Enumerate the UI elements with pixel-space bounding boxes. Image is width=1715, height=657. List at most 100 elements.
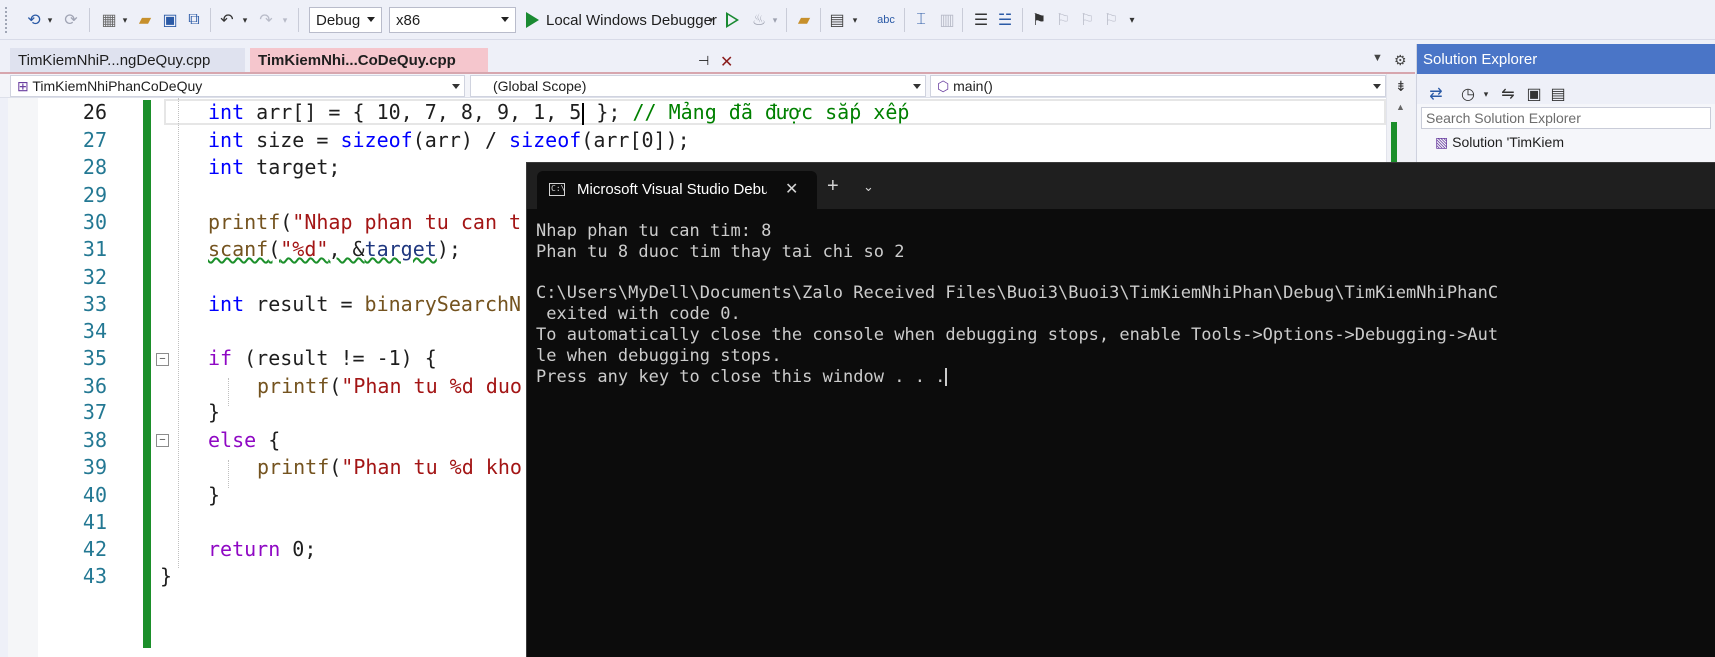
indicator-margin[interactable] <box>8 98 38 657</box>
clear-bookmarks-icon[interactable]: ⚐ <box>1100 8 1122 32</box>
toolbar-separator <box>904 8 905 32</box>
collapse-icon[interactable]: − <box>156 353 169 366</box>
start-debug-icon[interactable] <box>522 8 542 32</box>
code-line-42: return 0; <box>208 537 317 561</box>
console-line: Phan tu 8 duoc tim thay tai chi so 2 <box>536 241 905 262</box>
collapse-icon[interactable]: − <box>156 434 169 447</box>
open-folder-icon[interactable]: ▰ <box>134 8 156 32</box>
code-line-39: printf("Phan tu %d kho <box>257 455 522 479</box>
plus-icon[interactable]: + <box>827 176 839 196</box>
chevron-down-icon[interactable]: ▾ <box>770 8 780 32</box>
tab-file-2[interactable]: TimKiemNhi...CoDeQuy.cpp ⊣ ✕ <box>250 48 733 74</box>
line-number: 34 <box>82 319 107 343</box>
indent-guide <box>228 460 229 488</box>
console-output[interactable]: Nhap phan tu can tim: 8 Phan tu 8 duoc ti… <box>536 221 1715 387</box>
tab-file-1[interactable]: TimKiemNhiP...ngDeQuy.cpp <box>10 48 245 74</box>
new-project-icon[interactable]: ▦ <box>98 8 120 32</box>
solution-config-select[interactable]: Debug <box>309 7 382 33</box>
line-number: 26 <box>82 100 107 124</box>
scope-select[interactable]: (Global Scope) <box>470 75 926 97</box>
comment-icon[interactable]: ⌶ <box>910 8 932 32</box>
console-last-line: Press any key to close this window . . . <box>536 367 1715 388</box>
chevron-down-icon <box>452 84 460 89</box>
line-number: 37 <box>82 400 107 424</box>
platform-select[interactable]: x86 <box>389 7 516 33</box>
console-line: Nhap phan tu can tim: 8 <box>536 221 772 241</box>
toolbar-separator <box>962 8 963 32</box>
line-number: 40 <box>82 483 107 507</box>
close-icon[interactable]: ✕ <box>720 52 733 72</box>
code-line-37: } <box>208 400 221 424</box>
code-line-31: scanf("%d", &target); <box>208 237 461 261</box>
solution-search-input[interactable]: Search Solution Explorer <box>1421 107 1711 129</box>
line-number: 38 <box>82 428 107 452</box>
debug-console-window[interactable]: C:\ Microsoft Visual Studio Debug ✕ + ⌄ … <box>526 162 1715 657</box>
chevron-down-icon[interactable]: ▾ <box>120 8 130 32</box>
line-number: 31 <box>82 237 107 261</box>
chevron-down-icon[interactable]: ▾ <box>706 8 716 32</box>
back-icon[interactable]: ⟲ <box>22 8 46 32</box>
toolbar-separator <box>1022 8 1023 32</box>
collapse-all-icon[interactable]: ▣ <box>1523 82 1545 106</box>
redo-icon[interactable]: ↷ <box>255 8 277 32</box>
show-all-files-icon[interactable]: ▤ <box>1547 82 1569 106</box>
toolbar-overflow-icon[interactable]: ▾ <box>1124 8 1140 32</box>
hot-reload-icon[interactable]: ♨ <box>748 8 770 32</box>
split-icon[interactable]: ⇟ <box>1395 78 1407 95</box>
back-dropdown-icon[interactable]: ▾ <box>44 8 56 32</box>
next-bookmark-icon[interactable]: ⚐ <box>1076 8 1098 32</box>
save-all-icon[interactable]: ⧉ <box>183 8 205 32</box>
indent-icon[interactable]: ☱ <box>994 8 1016 32</box>
chevron-down-icon[interactable]: ⌄ <box>863 179 874 195</box>
folder-icon[interactable]: ▰ <box>793 8 815 32</box>
chevron-down-icon[interactable]: ▾ <box>1481 82 1491 106</box>
close-icon[interactable]: ✕ <box>785 179 798 199</box>
tab-label: TimKiemNhi...CoDeQuy.cpp <box>258 52 456 69</box>
bookmark-icon[interactable]: ⚑ <box>1028 8 1050 32</box>
code-line-36: printf("Phan tu %d duo <box>257 374 522 398</box>
console-titlebar: C:\ Microsoft Visual Studio Debug ✕ + ⌄ <box>527 163 1715 209</box>
layout-icon[interactable]: ▤ <box>826 8 848 32</box>
start-without-debug-icon[interactable] <box>722 8 742 32</box>
uncomment-icon[interactable]: ▥ <box>936 8 958 32</box>
chevron-down-icon[interactable]: ▾ <box>850 8 860 32</box>
member-select[interactable]: ⬡ main() <box>930 75 1386 97</box>
switch-views-icon[interactable]: ⇋ <box>1497 82 1519 106</box>
scope-value: (Global Scope) <box>493 78 587 94</box>
history-icon[interactable]: ◷ <box>1457 82 1479 106</box>
chevron-down-icon[interactable]: ▾ <box>240 8 250 32</box>
spell-check-icon[interactable]: abc <box>874 8 898 32</box>
start-debugger-button[interactable]: Local Windows Debugger <box>546 8 717 32</box>
sync-icon[interactable]: ⇄ <box>1425 82 1447 106</box>
chevron-down-icon <box>501 17 509 22</box>
chevron-down-icon <box>367 17 375 22</box>
tab-list-dropdown-icon[interactable]: ▼ <box>1372 52 1383 64</box>
settings-icon[interactable]: ⚙ <box>1394 52 1407 69</box>
solution-label: Solution 'TimKiem <box>1452 134 1564 150</box>
line-number: 43 <box>82 564 107 588</box>
code-line-30: printf("Nhap phan tu can t <box>208 210 522 234</box>
code-line-26: int arr[] = { 10, 7, 8, 9, 1, 5 }; // Mả… <box>208 100 910 125</box>
chevron-down-icon[interactable]: ▾ <box>280 8 290 32</box>
terminal-icon: C:\ <box>549 183 565 196</box>
main-toolbar: ⟲ ▾ ⟳ ▦ ▾ ▰ ▣ ⧉ ↶ ▾ ↷ ▾ Debug x86 Local … <box>0 0 1715 40</box>
project-select[interactable]: ⊞ TimKiemNhiPhanCoDeQuy <box>10 75 465 97</box>
code-line-27: int size = sizeof(arr) / sizeof(arr[0]); <box>208 128 690 152</box>
outdent-icon[interactable]: ☰ <box>970 8 992 32</box>
solution-node[interactable]: ▧ Solution 'TimKiem <box>1435 134 1564 151</box>
toolbar-grip[interactable] <box>4 6 8 34</box>
editor-left-strip <box>0 98 8 657</box>
undo-icon[interactable]: ↶ <box>216 8 238 32</box>
line-number: 35 <box>82 346 107 370</box>
scroll-up-icon[interactable]: ▲ <box>1396 102 1405 112</box>
forward-icon[interactable]: ⟳ <box>60 8 82 32</box>
console-tab[interactable]: C:\ Microsoft Visual Studio Debug ✕ <box>537 171 817 209</box>
function-icon: ⬡ <box>937 78 954 94</box>
save-icon[interactable]: ▣ <box>159 8 181 32</box>
prev-bookmark-icon[interactable]: ⚐ <box>1052 8 1074 32</box>
code-line-33: int result = binarySearchN <box>208 292 522 316</box>
solution-explorer-toolbar: ⇄ ◷ ▾ ⇋ ▣ ▤ <box>1417 74 1715 104</box>
solution-explorer-title: Solution Explorer <box>1417 44 1715 74</box>
pin-icon[interactable]: ⊣ <box>698 53 709 69</box>
console-line: To automatically close the console when … <box>536 324 1499 345</box>
